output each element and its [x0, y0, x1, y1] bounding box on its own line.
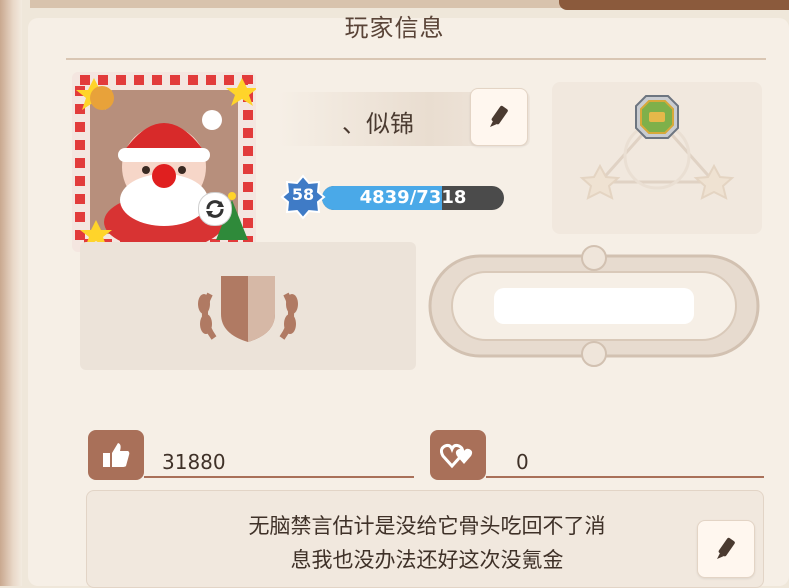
signature-line-2: 息我也没办法还好这次没氪金: [290, 548, 564, 572]
thumbs-up-icon: [103, 443, 130, 467]
player-name: 、似锦: [342, 110, 414, 138]
octagon-medal-icon: [635, 95, 679, 139]
hearts-count: 0: [516, 450, 529, 474]
like-button[interactable]: [88, 430, 144, 480]
refresh-icon[interactable]: [198, 192, 232, 226]
level-exp-row: 4839/7318 58: [280, 174, 510, 220]
likes-underline: [144, 476, 414, 478]
edit-name-button[interactable]: [470, 88, 528, 146]
level-number: 58: [291, 185, 315, 204]
pencil-icon: [490, 105, 508, 127]
title-divider: [66, 58, 766, 60]
medal-box[interactable]: [552, 82, 762, 234]
exp-text: 4839/7318: [359, 187, 467, 208]
pencil-icon: [717, 537, 735, 559]
title-banner: [424, 242, 764, 370]
exp-bar: 4839/7318: [322, 186, 504, 210]
likes-count: 31880: [162, 450, 226, 474]
player-avatar[interactable]: [72, 72, 256, 252]
signature-box: 无脑禁言估计是没给它骨头吃回不了消 息我也没办法还好这次没氪金: [86, 490, 764, 588]
edit-signature-button[interactable]: [697, 520, 755, 578]
heart-button[interactable]: [430, 430, 486, 480]
signature-text: 无脑禁言估计是没给它骨头吃回不了消 息我也没办法还好这次没氪金: [167, 509, 687, 577]
hearts-icon: [440, 443, 473, 469]
frame-left-edge: [0, 0, 22, 586]
laurel-shield-icon: [198, 276, 298, 342]
page-title: 玩家信息: [344, 14, 445, 42]
hearts-underline: [486, 476, 764, 478]
crest-box[interactable]: [80, 242, 416, 370]
likes-stat: 31880: [88, 430, 414, 480]
hearts-stat: 0: [430, 430, 764, 480]
signature-line-1: 无脑禁言估计是没给它骨头吃回不了消: [248, 514, 606, 538]
